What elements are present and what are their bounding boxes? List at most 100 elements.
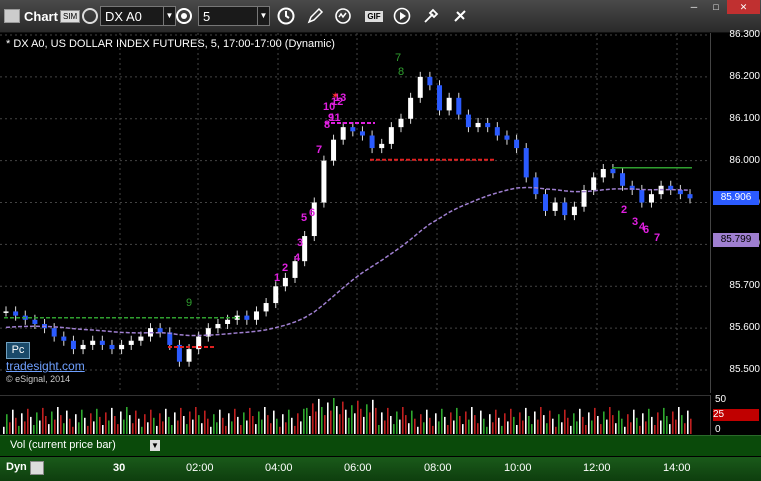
volume-bar [273, 410, 275, 434]
candle-body [427, 76, 433, 86]
volume-bar [183, 416, 185, 434]
volume-bar [480, 410, 482, 434]
volume-bar [597, 416, 599, 434]
chart-toolbar: Chart SIM DX A0 ▼ 5 ▼ GIF ─ □ ✕ [0, 0, 761, 33]
candle-body [465, 114, 471, 128]
volume-label: Vol (current price bar) [10, 439, 116, 451]
volume-bar [396, 411, 398, 434]
maximize-button[interactable]: □ [705, 0, 727, 14]
volume-bar [186, 424, 188, 434]
volume-bar [333, 398, 335, 434]
candle-body [340, 127, 346, 140]
volume-bar [591, 420, 593, 434]
close-button[interactable]: ✕ [727, 0, 760, 14]
candle-body [446, 97, 452, 111]
volume-bar [234, 408, 236, 434]
volume-panel[interactable] [0, 395, 710, 436]
candle-body [225, 319, 231, 324]
volume-bar [534, 411, 536, 434]
candle-body [620, 173, 626, 186]
interval-field[interactable]: 5 ▼ [198, 5, 270, 27]
volume-bar [369, 412, 371, 434]
volume-bar [219, 409, 221, 434]
volume-bar [651, 416, 653, 434]
setup-count-label: 9 [186, 297, 192, 309]
volume-bar [330, 410, 332, 434]
candle-body [542, 194, 548, 211]
volume-bar [375, 407, 377, 434]
draw-pencil-icon[interactable] [305, 6, 325, 26]
volume-bar [390, 416, 392, 434]
volume-bar [21, 413, 23, 434]
volume-label-arrow-icon[interactable]: ▼ [150, 440, 160, 451]
volume-bar [156, 425, 158, 434]
volume-bar [420, 414, 422, 434]
volume-plot-svg [3, 398, 692, 434]
volume-bar [141, 426, 143, 434]
crosshair-icon[interactable] [450, 6, 470, 26]
volume-bar [126, 407, 128, 434]
candle-body [321, 160, 327, 203]
volume-bar [312, 403, 314, 434]
volume-bar [303, 408, 305, 434]
volume-bar [660, 420, 662, 434]
volume-bar [681, 415, 683, 434]
volume-bar [315, 411, 317, 434]
minimize-button[interactable]: ─ [683, 0, 705, 14]
candle-body [244, 315, 250, 320]
link-icon[interactable] [82, 5, 98, 27]
volume-bar [462, 424, 464, 434]
volume-bar [294, 425, 296, 434]
volume-bar [477, 423, 479, 434]
volume-bar [345, 409, 347, 434]
play-icon[interactable] [392, 6, 412, 26]
candle-body [514, 139, 520, 149]
tools-icon[interactable] [421, 6, 441, 26]
pc-button[interactable]: Pc [6, 342, 30, 359]
clock-icon[interactable] [276, 6, 296, 26]
volume-bar [531, 424, 533, 434]
volume-bar [414, 418, 416, 434]
volume-bar [93, 421, 95, 434]
volume-bar [447, 425, 449, 434]
candle-body [157, 328, 163, 333]
volume-bar [354, 413, 356, 434]
candle-body [417, 76, 423, 98]
volume-bar [204, 410, 206, 434]
volume-bar [549, 410, 551, 434]
symbol-field[interactable]: DX A0 ▼ [100, 5, 176, 27]
volume-bar [96, 408, 98, 434]
candle-body [581, 189, 587, 207]
volume-bar [606, 419, 608, 434]
volume-bar [429, 417, 431, 434]
candle-body [677, 189, 683, 195]
volume-bar [306, 407, 308, 434]
volume-bar [495, 409, 497, 434]
volume-bar [105, 412, 107, 434]
volume-bar [537, 419, 539, 434]
interval-dropdown-icon[interactable]: ▼ [258, 6, 270, 26]
volume-bar [492, 422, 494, 434]
volume-bar [453, 420, 455, 434]
td-count-label: 7 [654, 232, 660, 244]
setup-count-label: 7 [395, 52, 401, 64]
volume-bar [15, 417, 17, 434]
volume-bar [87, 425, 89, 434]
price-chart[interactable]: 1 2 3 4 5 6 7 8 9 10 11 12 13 2 3 4 6 7 7 8 9 ✶ * DX A0, US D… [0, 33, 710, 393]
volume-bar [207, 418, 209, 434]
volume-bar [174, 412, 176, 434]
volume-bar [84, 417, 86, 434]
candle-body [61, 336, 67, 341]
settings-gear-icon[interactable] [174, 6, 194, 26]
volume-bar [51, 411, 53, 434]
volume-bar [342, 401, 344, 434]
refresh-icon[interactable] [333, 6, 353, 26]
volume-bar [498, 417, 500, 434]
gif-icon[interactable]: GIF [362, 6, 386, 26]
setup-count-label: 8 [398, 66, 404, 78]
td-count-label: 11 [329, 112, 341, 124]
td-count-label: 3 [632, 216, 638, 228]
candle-body [70, 340, 76, 350]
volume-bar [114, 416, 116, 434]
dyn-toggle-icon[interactable] [30, 461, 44, 475]
